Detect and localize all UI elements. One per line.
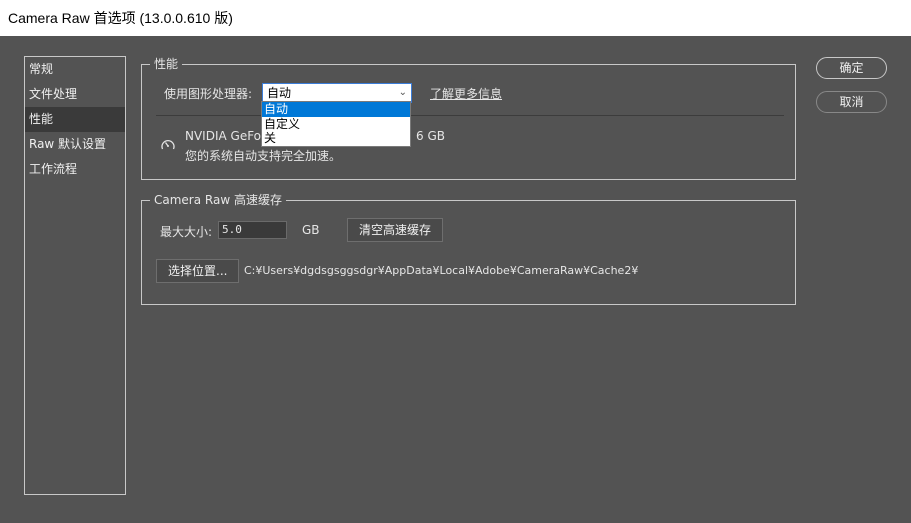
gpu-dropdown-list: 自动 自定义 关 [261, 101, 411, 147]
sidebar-item-general[interactable]: 常规 [25, 57, 125, 82]
max-size-input[interactable]: 5.0 [218, 221, 287, 239]
cache-legend: Camera Raw 高速缓存 [150, 193, 286, 207]
max-size-label: 最大大小: [160, 225, 213, 239]
gpu-memory: 6 GB [416, 129, 445, 143]
cache-path: C:¥Users¥dgdsgsggsdgr¥AppData¥Local¥Adob… [244, 264, 639, 277]
gpu-select-value: 自动 [267, 86, 292, 100]
choose-location-button[interactable]: 选择位置... [156, 259, 240, 283]
cache-group: Camera Raw 高速缓存 最大大小: 5.0 GB 清空高速缓存 选择位置… [141, 193, 796, 305]
sidebar-item-workflow[interactable]: 工作流程 [25, 157, 125, 182]
gpu-option-custom[interactable]: 自定义 [262, 117, 410, 132]
size-unit: GB [302, 223, 320, 237]
cancel-button[interactable]: 取消 [816, 91, 887, 113]
gpu-option-off[interactable]: 关 [262, 131, 410, 146]
sidebar: 常规 文件处理 性能 Raw 默认设置 工作流程 [24, 56, 126, 495]
divider [156, 115, 784, 116]
gauge-icon [161, 139, 175, 150]
sidebar-item-raw-defaults[interactable]: Raw 默认设置 [25, 132, 125, 157]
acceleration-status: 您的系统自动支持完全加速。 [185, 149, 342, 163]
purge-cache-button[interactable]: 清空高速缓存 [347, 218, 444, 242]
window-title: Camera Raw 首选项 (13.0.0.610 版) [0, 0, 911, 36]
learn-more-link[interactable]: 了解更多信息 [430, 85, 502, 102]
sidebar-item-file-handling[interactable]: 文件处理 [25, 82, 125, 107]
chevron-down-icon: ⌄ [398, 87, 407, 98]
gpu-option-auto[interactable]: 自动 [262, 102, 410, 117]
gpu-label: 使用图形处理器: [164, 87, 253, 101]
performance-legend: 性能 [150, 57, 183, 71]
gpu-name: NVIDIA GeForc [185, 129, 273, 143]
ok-button[interactable]: 确定 [816, 57, 887, 79]
sidebar-item-performance[interactable]: 性能 [25, 107, 125, 132]
performance-group: 性能 使用图形处理器: 自动 ⌄ 了解更多信息 NVIDIA GeForc 6 … [141, 57, 796, 180]
gpu-select[interactable]: 自动 ⌄ [262, 83, 412, 103]
